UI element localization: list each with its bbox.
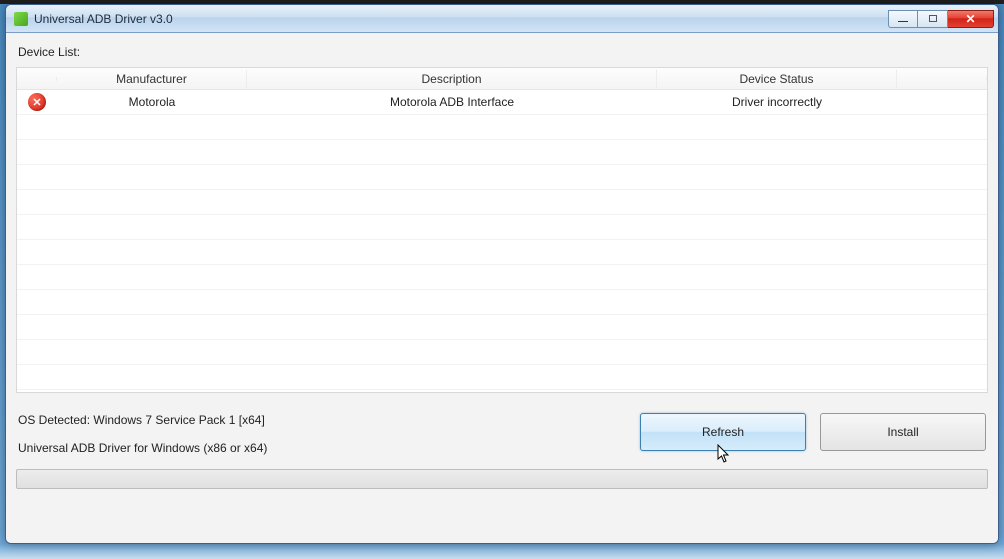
footer-area: OS Detected: Windows 7 Service Pack 1 [x… bbox=[16, 413, 988, 455]
table-row bbox=[17, 265, 987, 290]
action-buttons: Refresh Install bbox=[640, 413, 988, 451]
table-row bbox=[17, 215, 987, 240]
window-controls: ✕ bbox=[888, 10, 994, 28]
row-manufacturer: Motorola bbox=[57, 95, 247, 109]
install-button[interactable]: Install bbox=[820, 413, 986, 451]
table-row bbox=[17, 165, 987, 190]
refresh-button[interactable]: Refresh bbox=[640, 413, 806, 451]
table-row bbox=[17, 190, 987, 215]
table-body: ✕ Motorola Motorola ADB Interface Driver… bbox=[17, 90, 987, 392]
app-icon bbox=[14, 12, 28, 26]
client-area: Device List: Manufacturer Description De… bbox=[6, 33, 998, 543]
close-icon: ✕ bbox=[965, 12, 975, 26]
minimize-icon bbox=[898, 21, 908, 23]
app-window: Universal ADB Driver v3.0 ✕ Device List:… bbox=[5, 4, 999, 544]
window-title: Universal ADB Driver v3.0 bbox=[34, 12, 888, 26]
device-list-label: Device List: bbox=[18, 45, 988, 59]
minimize-button[interactable] bbox=[888, 10, 918, 28]
table-row bbox=[17, 140, 987, 165]
table-row bbox=[17, 290, 987, 315]
table-row bbox=[17, 315, 987, 340]
maximize-icon bbox=[929, 15, 937, 22]
footer-info: OS Detected: Windows 7 Service Pack 1 [x… bbox=[16, 413, 640, 455]
header-device-status[interactable]: Device Status bbox=[657, 70, 897, 88]
table-row bbox=[17, 115, 987, 140]
header-icon-col[interactable] bbox=[17, 77, 57, 81]
row-description: Motorola ADB Interface bbox=[247, 95, 657, 109]
error-icon: ✕ bbox=[28, 93, 46, 111]
header-description[interactable]: Description bbox=[247, 70, 657, 88]
product-label: Universal ADB Driver for Windows (x86 or… bbox=[18, 441, 640, 455]
close-button[interactable]: ✕ bbox=[948, 10, 994, 28]
desktop-background bbox=[0, 544, 1004, 559]
progress-bar bbox=[16, 469, 988, 489]
os-detected-label: OS Detected: Windows 7 Service Pack 1 [x… bbox=[18, 413, 640, 427]
table-row[interactable]: ✕ Motorola Motorola ADB Interface Driver… bbox=[17, 90, 987, 115]
device-table: Manufacturer Description Device Status ✕… bbox=[16, 67, 988, 393]
table-header: Manufacturer Description Device Status bbox=[17, 68, 987, 90]
table-row bbox=[17, 240, 987, 265]
table-row bbox=[17, 340, 987, 365]
header-manufacturer[interactable]: Manufacturer bbox=[57, 70, 247, 88]
titlebar[interactable]: Universal ADB Driver v3.0 ✕ bbox=[6, 5, 998, 33]
row-status-cell: ✕ bbox=[17, 93, 57, 111]
table-row bbox=[17, 365, 987, 390]
maximize-button[interactable] bbox=[918, 10, 948, 28]
row-device-status: Driver incorrectly bbox=[657, 95, 897, 109]
header-pad bbox=[897, 77, 987, 81]
